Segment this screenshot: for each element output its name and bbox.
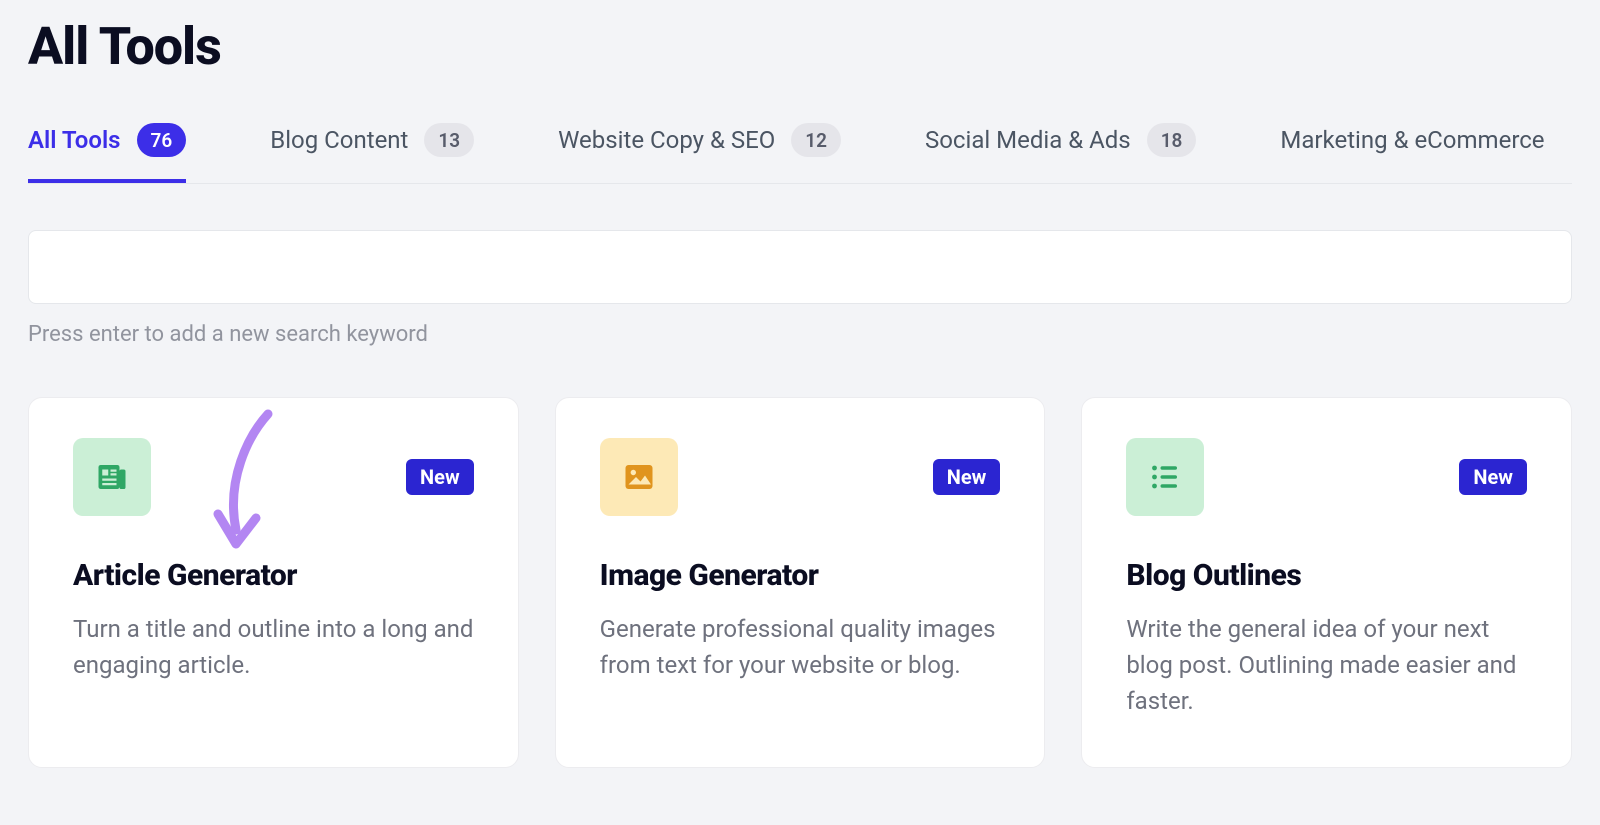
new-badge: New [1459,459,1527,495]
tab-label: Blog Content [270,126,408,154]
tab-label: Marketing & eCommerce [1280,126,1544,154]
newspaper-icon [73,438,151,516]
search-input[interactable] [28,230,1572,304]
card-title: Article Generator [73,558,474,593]
tool-card-grid: New Article Generator Turn a title and o… [28,397,1572,768]
category-tabs: All Tools 76 Blog Content 13 Website Cop… [28,123,1572,184]
tool-card-image-generator[interactable]: New Image Generator Generate professiona… [555,397,1046,768]
card-title: Image Generator [600,558,1001,593]
tab-count-badge: 76 [137,123,187,157]
tab-count-badge: 12 [791,123,841,157]
tab-blog-content[interactable]: Blog Content 13 [270,123,474,183]
tab-count-badge: 13 [424,123,474,157]
card-header: New [600,438,1001,516]
page-title: All Tools [28,16,1572,77]
card-description: Generate professional quality images fro… [600,611,1001,683]
card-description: Turn a title and outline into a long and… [73,611,474,683]
search-section: Press enter to add a new search keyword [28,230,1572,347]
search-help-text: Press enter to add a new search keyword [28,322,1572,347]
tab-label: Website Copy & SEO [558,126,775,154]
tab-social-media-ads[interactable]: Social Media & Ads 18 [925,123,1196,183]
card-header: New [73,438,474,516]
tool-card-blog-outlines[interactable]: New Blog Outlines Write the general idea… [1081,397,1572,768]
page: All Tools All Tools 76 Blog Content 13 W… [0,0,1600,768]
tab-label: All Tools [28,126,121,154]
image-icon [600,438,678,516]
card-description: Write the general idea of your next blog… [1126,611,1527,719]
new-badge: New [933,459,1001,495]
tab-label: Social Media & Ads [925,126,1131,154]
card-header: New [1126,438,1527,516]
tab-marketing-ecommerce[interactable]: Marketing & eCommerce [1280,126,1544,180]
tab-count-badge: 18 [1147,123,1197,157]
card-title: Blog Outlines [1126,558,1527,593]
tool-card-article-generator[interactable]: New Article Generator Turn a title and o… [28,397,519,768]
tab-all-tools[interactable]: All Tools 76 [28,123,186,183]
tab-website-copy-seo[interactable]: Website Copy & SEO 12 [558,123,841,183]
new-badge: New [406,459,474,495]
list-icon [1126,438,1204,516]
